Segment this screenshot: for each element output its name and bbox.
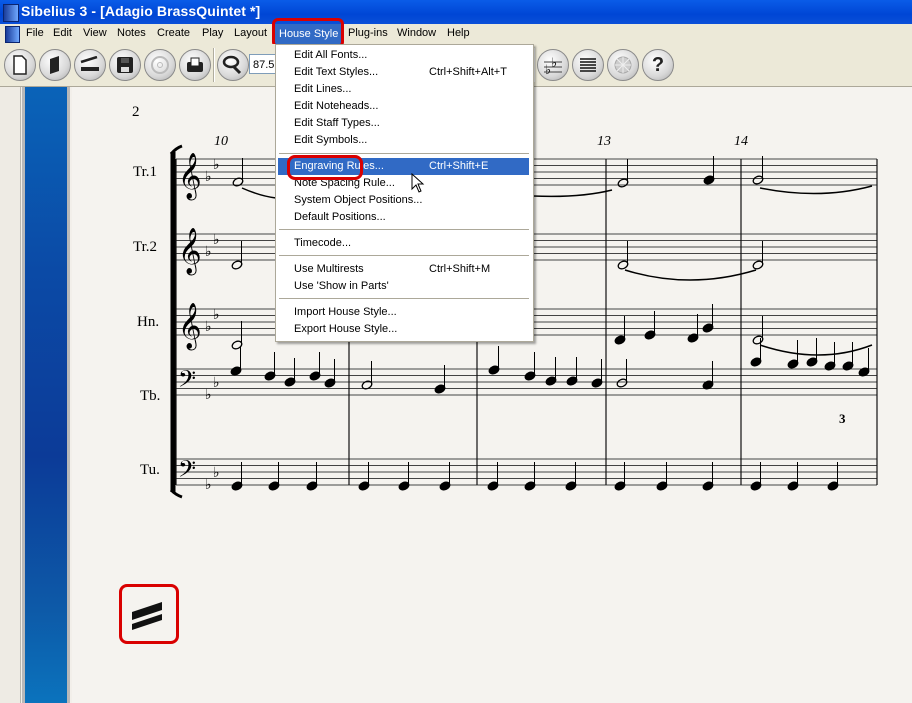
menu-item-default-positions[interactable]: Default Positions...: [278, 209, 529, 226]
engraving-rules-annotation-box: [287, 155, 363, 180]
staff-label-horn: Hn.: [137, 314, 160, 330]
menu-item-edit-all-fonts[interactable]: Edit All Fonts...: [278, 47, 529, 64]
menu-item-label: Edit Symbols...: [294, 134, 368, 146]
flat-icon: ♭: [213, 375, 220, 391]
page-number: 2: [132, 104, 140, 120]
tuplet-number: 3: [839, 411, 846, 426]
bass-clef-icon: 𝄢: [178, 365, 196, 398]
slur: [759, 185, 873, 195]
menu-item-use-show-in-parts[interactable]: Use 'Show in Parts': [278, 278, 529, 295]
menu-item-label: Edit Staff Types...: [294, 117, 380, 129]
treble-clef-icon: 𝄞: [178, 303, 202, 351]
menu-item-use-multirests[interactable]: Use Multirests Ctrl+Shift+M: [278, 261, 529, 278]
double-slash-tremolo-icon: [132, 602, 162, 630]
menu-item-import-house-style[interactable]: Import House Style...: [278, 304, 529, 321]
flat-icon: ♭: [213, 157, 220, 173]
menu-item-label: Edit Text Styles...: [294, 66, 379, 78]
house-style-menu: Edit All Fonts... Edit Text Styles... Ctr…: [275, 44, 534, 342]
bar-number-13: 13: [597, 134, 611, 149]
treble-clef-icon: 𝄞: [178, 153, 202, 201]
flat-icon: ♭: [213, 232, 220, 248]
flat-icon: ♭: [205, 244, 212, 260]
menu-item-system-object-positions[interactable]: System Object Positions...: [278, 192, 529, 209]
bass-clef-icon: 𝄢: [178, 455, 196, 488]
menu-item-shortcut: Ctrl+Shift+M: [429, 263, 491, 275]
menu-item-shortcut: Ctrl+Shift+Alt+T: [429, 66, 507, 78]
flat-icon: ♭: [213, 307, 220, 323]
menu-item-timecode[interactable]: Timecode...: [278, 235, 529, 252]
menu-separator: [279, 298, 529, 299]
staff-label-tuba: Tu.: [140, 462, 160, 478]
menu-item-label: Use 'Show in Parts': [294, 280, 389, 292]
bracket-bottom-hook: [169, 488, 183, 499]
menu-item-edit-text-styles[interactable]: Edit Text Styles... Ctrl+Shift+Alt+T: [278, 64, 529, 81]
slur: [624, 269, 757, 281]
menu-item-export-house-style[interactable]: Export House Style...: [278, 321, 529, 338]
mouse-cursor-icon: [411, 173, 425, 193]
menu-item-label: Default Positions...: [294, 211, 386, 223]
flat-icon: ♭: [205, 387, 212, 403]
menu-separator: [279, 255, 529, 256]
menu-item-edit-lines[interactable]: Edit Lines...: [278, 81, 529, 98]
menu-item-label: Use Multirests: [294, 263, 364, 275]
menu-item-label: Edit Lines...: [294, 83, 352, 95]
menu-item-label: Edit All Fonts...: [294, 49, 368, 61]
menu-separator: [279, 229, 529, 230]
slur: [241, 187, 277, 199]
bar-number-14: 14: [734, 134, 748, 149]
flat-icon: ♭: [205, 169, 212, 185]
staff-label-trumpet-2: Tr.2: [133, 239, 158, 255]
flat-icon: ♭: [213, 465, 220, 481]
menu-item-label: Export House Style...: [294, 323, 398, 335]
flat-icon: ♭: [205, 319, 212, 335]
menu-item-edit-staff-types[interactable]: Edit Staff Types...: [278, 115, 529, 132]
menu-item-label: Timecode...: [294, 237, 352, 249]
bar-number-10: 10: [214, 134, 228, 149]
menu-item-label: Import House Style...: [294, 306, 397, 318]
menu-separator: [279, 153, 529, 154]
staff-label-trumpet-1: Tr.1: [133, 164, 158, 180]
menu-item-edit-symbols[interactable]: Edit Symbols...: [278, 132, 529, 149]
menu-item-label: System Object Positions...: [294, 194, 423, 206]
menu-item-label: Edit Noteheads...: [294, 100, 379, 112]
treble-clef-icon: 𝄞: [178, 228, 202, 276]
menu-item-shortcut: Ctrl+Shift+E: [429, 160, 489, 172]
slur: [532, 189, 613, 198]
staff-label-trombone: Tb.: [140, 388, 161, 404]
flat-icon: ♭: [205, 477, 212, 493]
menu-item-edit-noteheads[interactable]: Edit Noteheads...: [278, 98, 529, 115]
